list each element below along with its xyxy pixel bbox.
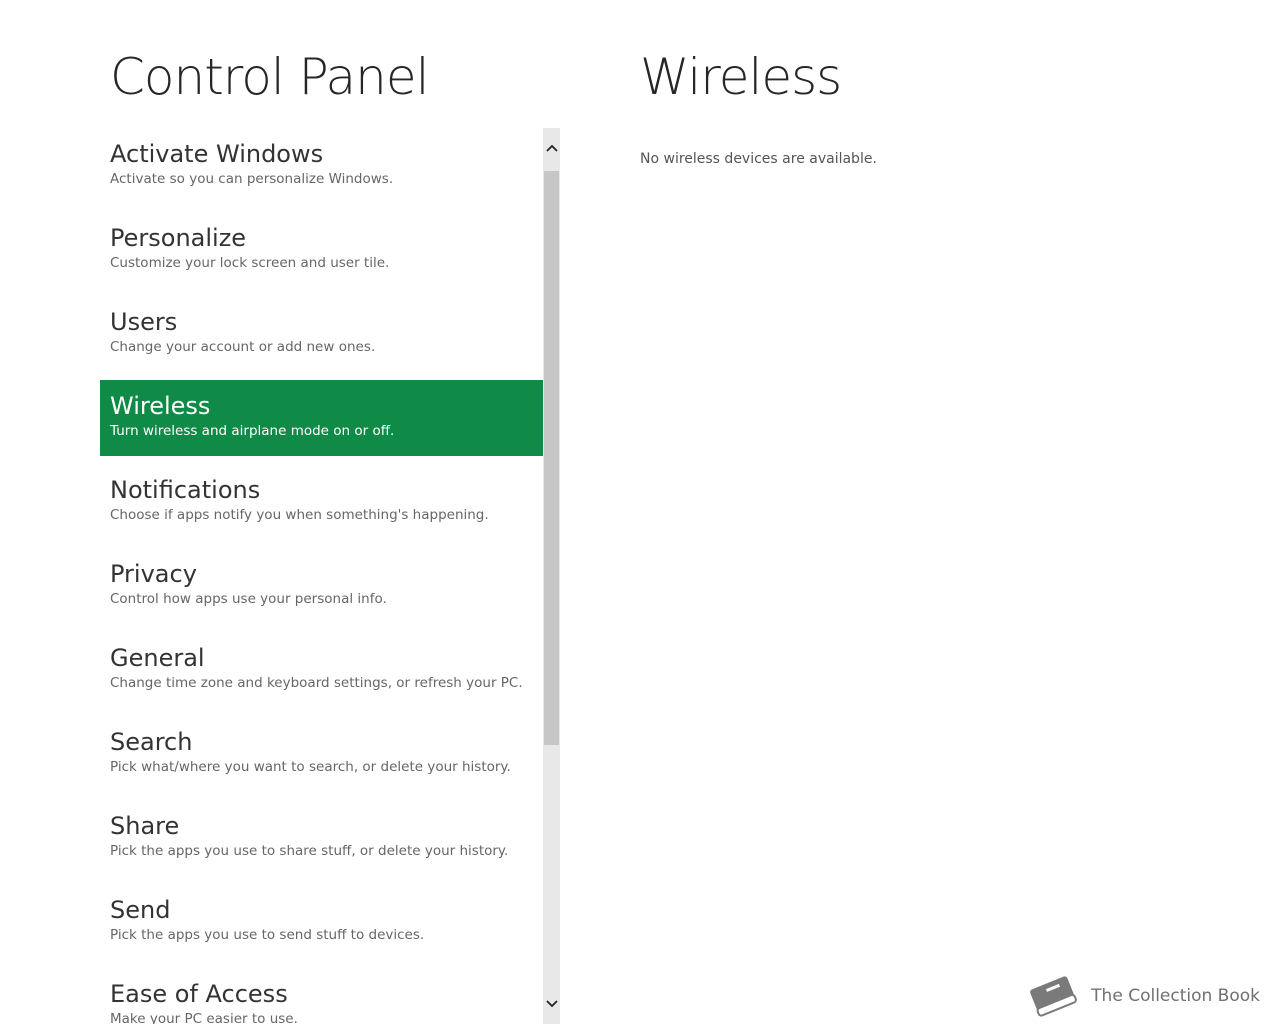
detail-title: Wireless xyxy=(640,48,842,106)
settings-item-label: Privacy xyxy=(110,560,197,588)
watermark-text: The Collection Book xyxy=(1091,986,1260,1006)
settings-item-description: Pick the apps you use to send stuff to d… xyxy=(110,927,425,943)
settings-item-description: Pick the apps you use to share stuff, or… xyxy=(110,843,509,859)
settings-item-label: Ease of Access xyxy=(110,980,288,1008)
chevron-up-icon xyxy=(545,144,558,152)
settings-item-label: Share xyxy=(110,812,180,840)
settings-list[interactable]: Activate Windows Activate so you can per… xyxy=(100,128,543,1024)
settings-item-description: Change time zone and keyboard settings, … xyxy=(110,675,523,691)
no-devices-message: No wireless devices are available. xyxy=(640,151,877,167)
settings-item-personalize[interactable]: Personalize Customize your lock screen a… xyxy=(100,212,543,296)
settings-item-label: Notifications xyxy=(110,476,261,504)
settings-item-description: Change your account or add new ones. xyxy=(110,339,376,355)
settings-item-description: Make your PC easier to use. xyxy=(110,1011,298,1024)
settings-item-description: Customize your lock screen and user tile… xyxy=(110,255,390,271)
settings-item-send[interactable]: Send Pick the apps you use to send stuff… xyxy=(100,884,543,968)
settings-item-activate-windows[interactable]: Activate Windows Activate so you can per… xyxy=(100,128,543,212)
book-icon xyxy=(1030,976,1078,1017)
settings-item-ease-of-access[interactable]: Ease of Access Make your PC easier to us… xyxy=(100,968,543,1024)
settings-item-share[interactable]: Share Pick the apps you use to share stu… xyxy=(100,800,543,884)
chevron-down-icon xyxy=(545,1000,558,1008)
settings-item-label: General xyxy=(110,644,205,672)
settings-item-description: Activate so you can personalize Windows. xyxy=(110,171,394,187)
settings-item-description: Pick what/where you want to search, or d… xyxy=(110,759,511,775)
settings-item-notifications[interactable]: Notifications Choose if apps notify you … xyxy=(100,464,543,548)
settings-list-items: Activate Windows Activate so you can per… xyxy=(100,128,543,1024)
settings-item-wireless[interactable]: Wireless Turn wireless and airplane mode… xyxy=(100,380,543,456)
control-panel-window: Control Panel Activate Windows Activate … xyxy=(0,0,1280,1024)
scroll-thumb[interactable] xyxy=(544,171,559,745)
settings-item-label: Send xyxy=(110,896,171,924)
settings-item-users[interactable]: Users Change your account or add new one… xyxy=(100,296,543,380)
settings-item-description: Choose if apps notify you when something… xyxy=(110,507,489,523)
settings-item-general[interactable]: General Change time zone and keyboard se… xyxy=(100,632,543,716)
scroll-down-button[interactable] xyxy=(543,984,560,1024)
settings-item-privacy[interactable]: Privacy Control how apps use your person… xyxy=(100,548,543,632)
scroll-up-button[interactable] xyxy=(543,128,560,168)
settings-item-description: Turn wireless and airplane mode on or of… xyxy=(110,423,395,439)
settings-item-label: Activate Windows xyxy=(110,140,324,168)
watermark: The Collection Book xyxy=(1025,972,1260,1020)
settings-item-label: Search xyxy=(110,728,193,756)
list-scrollbar[interactable] xyxy=(543,128,560,1024)
settings-item-description: Control how apps use your personal info. xyxy=(110,591,387,607)
settings-item-label: Users xyxy=(110,308,178,336)
settings-item-label: Wireless xyxy=(110,392,211,420)
settings-item-search[interactable]: Search Pick what/where you want to searc… xyxy=(100,716,543,800)
page-title: Control Panel xyxy=(110,48,430,106)
settings-item-label: Personalize xyxy=(110,224,247,252)
